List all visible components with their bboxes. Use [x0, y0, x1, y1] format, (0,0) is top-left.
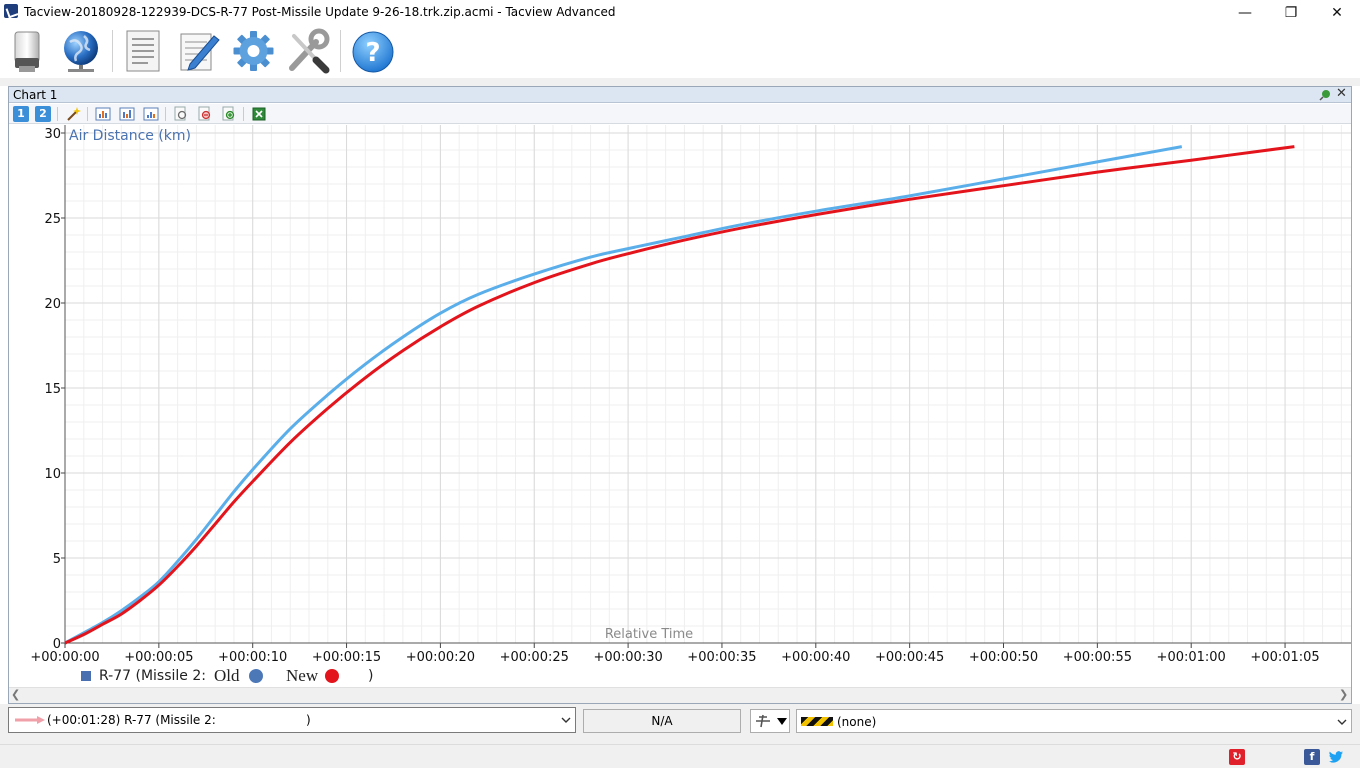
target-select-label: (none) — [837, 715, 877, 729]
x-tick-label: +00:00:15 — [312, 650, 381, 665]
aircraft-mode-icon — [756, 714, 770, 728]
x-tick-label: +00:00:10 — [218, 650, 287, 665]
legend-new-dot — [325, 669, 339, 683]
object-select-suffix: ) — [306, 713, 311, 727]
chart-panel-header: Chart 1 ✕ — [9, 86, 1351, 103]
magic-wand-icon[interactable] — [65, 106, 81, 122]
na-display: N/A — [583, 709, 741, 733]
y-tick-label: 30 — [44, 127, 61, 142]
chart-axes — [61, 125, 1351, 648]
notepad-pen-icon[interactable] — [176, 28, 222, 74]
chart-toolbar: 1 2 — [9, 104, 1351, 124]
x-tick-label: +00:00:05 — [124, 650, 193, 665]
chart-1-button[interactable]: 1 — [13, 106, 29, 122]
chart-2-button[interactable]: 2 — [35, 106, 51, 122]
chart-panel-title: Chart 1 — [13, 88, 58, 102]
globe-network-icon[interactable] — [58, 28, 104, 74]
main-toolbar: ? — [0, 26, 1360, 78]
zoom-in-icon[interactable] — [221, 106, 237, 122]
export-excel-icon[interactable] — [251, 106, 267, 122]
legend-old-label: Old — [214, 666, 240, 685]
x-tick-label: +00:01:00 — [1157, 650, 1226, 665]
close-chart-button[interactable]: ✕ — [1336, 86, 1347, 101]
legend-object-name: R-77 (Missile 2: — [99, 668, 206, 684]
help-question-icon[interactable]: ? — [348, 28, 394, 74]
x-tick-label: +00:00:00 — [30, 650, 99, 665]
document-icon[interactable] — [120, 28, 166, 74]
y-tick-label: 15 — [44, 382, 61, 397]
y-tick-label: 5 — [53, 552, 61, 567]
chart-add-icon[interactable] — [95, 106, 111, 122]
title-bar: Tacview-20180928-122939-DCS-R-77 Post-Mi… — [0, 0, 1360, 26]
svg-text:?: ? — [365, 38, 380, 68]
y-axis-label: Air Distance (km) — [69, 128, 191, 144]
x-tick-label: +00:00:40 — [781, 650, 850, 665]
x-tick-label: +00:00:30 — [593, 650, 662, 665]
air-distance-chart[interactable]: 051015202530 +00:00:00 +00:00:05 +00:00:10… — [9, 125, 1351, 685]
chart-edit-icon[interactable] — [119, 106, 135, 122]
x-axis-label: Relative Time — [605, 627, 693, 642]
toolbar-separator — [112, 30, 113, 72]
x-tick-label: +00:00:55 — [1063, 650, 1132, 665]
x-tick-labels: +00:00:00 +00:00:05 +00:00:10 +00:00:15 +00:… — [30, 650, 1319, 665]
chart-minor-grid — [64, 125, 1351, 644]
horizontal-scrollbar[interactable]: ❮ ❯ — [9, 687, 1351, 703]
record-badge-icon[interactable]: ↻ — [1229, 749, 1245, 765]
series-line-old — [64, 145, 1183, 645]
maximize-button[interactable]: ❐ — [1268, 0, 1314, 26]
series-line-new — [64, 145, 1295, 645]
view-mode-dropdown[interactable] — [750, 709, 790, 733]
x-tick-label: +00:00:35 — [687, 650, 756, 665]
x-tick-label: +00:00:25 — [500, 650, 569, 665]
zoom-reset-icon[interactable] — [173, 106, 189, 122]
status-bar: ↻ f — [0, 744, 1360, 768]
y-tick-labels: 051015202530 — [44, 127, 61, 652]
chevron-down-icon[interactable] — [1337, 717, 1347, 727]
target-select-dropdown[interactable]: (none) — [796, 709, 1352, 733]
y-tick-label: 20 — [44, 297, 61, 312]
scroll-left-arrow-icon[interactable]: ❮ — [11, 688, 20, 701]
toolbar-separator — [165, 107, 166, 121]
wrench-screwdriver-icon[interactable] — [286, 28, 332, 74]
legend-old-dot — [249, 669, 263, 683]
pin-icon[interactable] — [1319, 89, 1331, 101]
chart-series — [64, 145, 1295, 645]
x-tick-label: +00:00:20 — [406, 650, 475, 665]
window-title: Tacview-20180928-122939-DCS-R-77 Post-Mi… — [24, 5, 616, 19]
toolbar-separator — [87, 107, 88, 121]
chevron-down-icon[interactable] — [561, 715, 571, 725]
gear-icon[interactable] — [230, 28, 276, 74]
legend-new-label: New — [286, 666, 319, 685]
scroll-right-arrow-icon[interactable]: ❯ — [1339, 688, 1348, 701]
zoom-out-icon[interactable] — [197, 106, 213, 122]
x-tick-label: +00:00:45 — [875, 650, 944, 665]
object-select-dropdown[interactable]: (+00:01:28) R-77 (Missile 2: ) — [8, 707, 576, 733]
y-tick-label: 10 — [44, 467, 61, 482]
hazard-stripes-icon — [801, 717, 833, 726]
tacview-logo-icon — [4, 4, 18, 18]
panel-gap — [0, 78, 1360, 86]
legend-close-paren: ) — [368, 668, 374, 684]
chart-major-grid — [64, 125, 1351, 644]
legend-series-marker — [81, 671, 91, 681]
chart-remove-icon[interactable] — [143, 106, 159, 122]
toolbar-separator — [57, 107, 58, 121]
twitter-icon[interactable] — [1328, 749, 1344, 765]
chart-panel: Chart 1 ✕ 1 2 0 5 10 15 20 25 30 +00:00:… — [8, 86, 1352, 704]
missile-arrow-icon — [15, 716, 45, 724]
minimize-button[interactable]: — — [1222, 0, 1268, 26]
tacview-window: Tacview-20180928-122939-DCS-R-77 Post-Mi… — [0, 0, 1360, 768]
x-tick-label: +00:00:50 — [969, 650, 1038, 665]
y-tick-label: 25 — [44, 212, 61, 227]
usb-drive-icon[interactable] — [4, 28, 50, 74]
x-tick-label: +00:01:05 — [1250, 650, 1319, 665]
close-window-button[interactable]: ✕ — [1314, 0, 1360, 26]
object-select-label: (+00:01:28) R-77 (Missile 2: — [47, 713, 216, 727]
facebook-icon[interactable]: f — [1304, 749, 1320, 765]
caret-down-icon — [777, 718, 787, 725]
toolbar-separator — [243, 107, 244, 121]
toolbar-separator — [340, 30, 341, 72]
